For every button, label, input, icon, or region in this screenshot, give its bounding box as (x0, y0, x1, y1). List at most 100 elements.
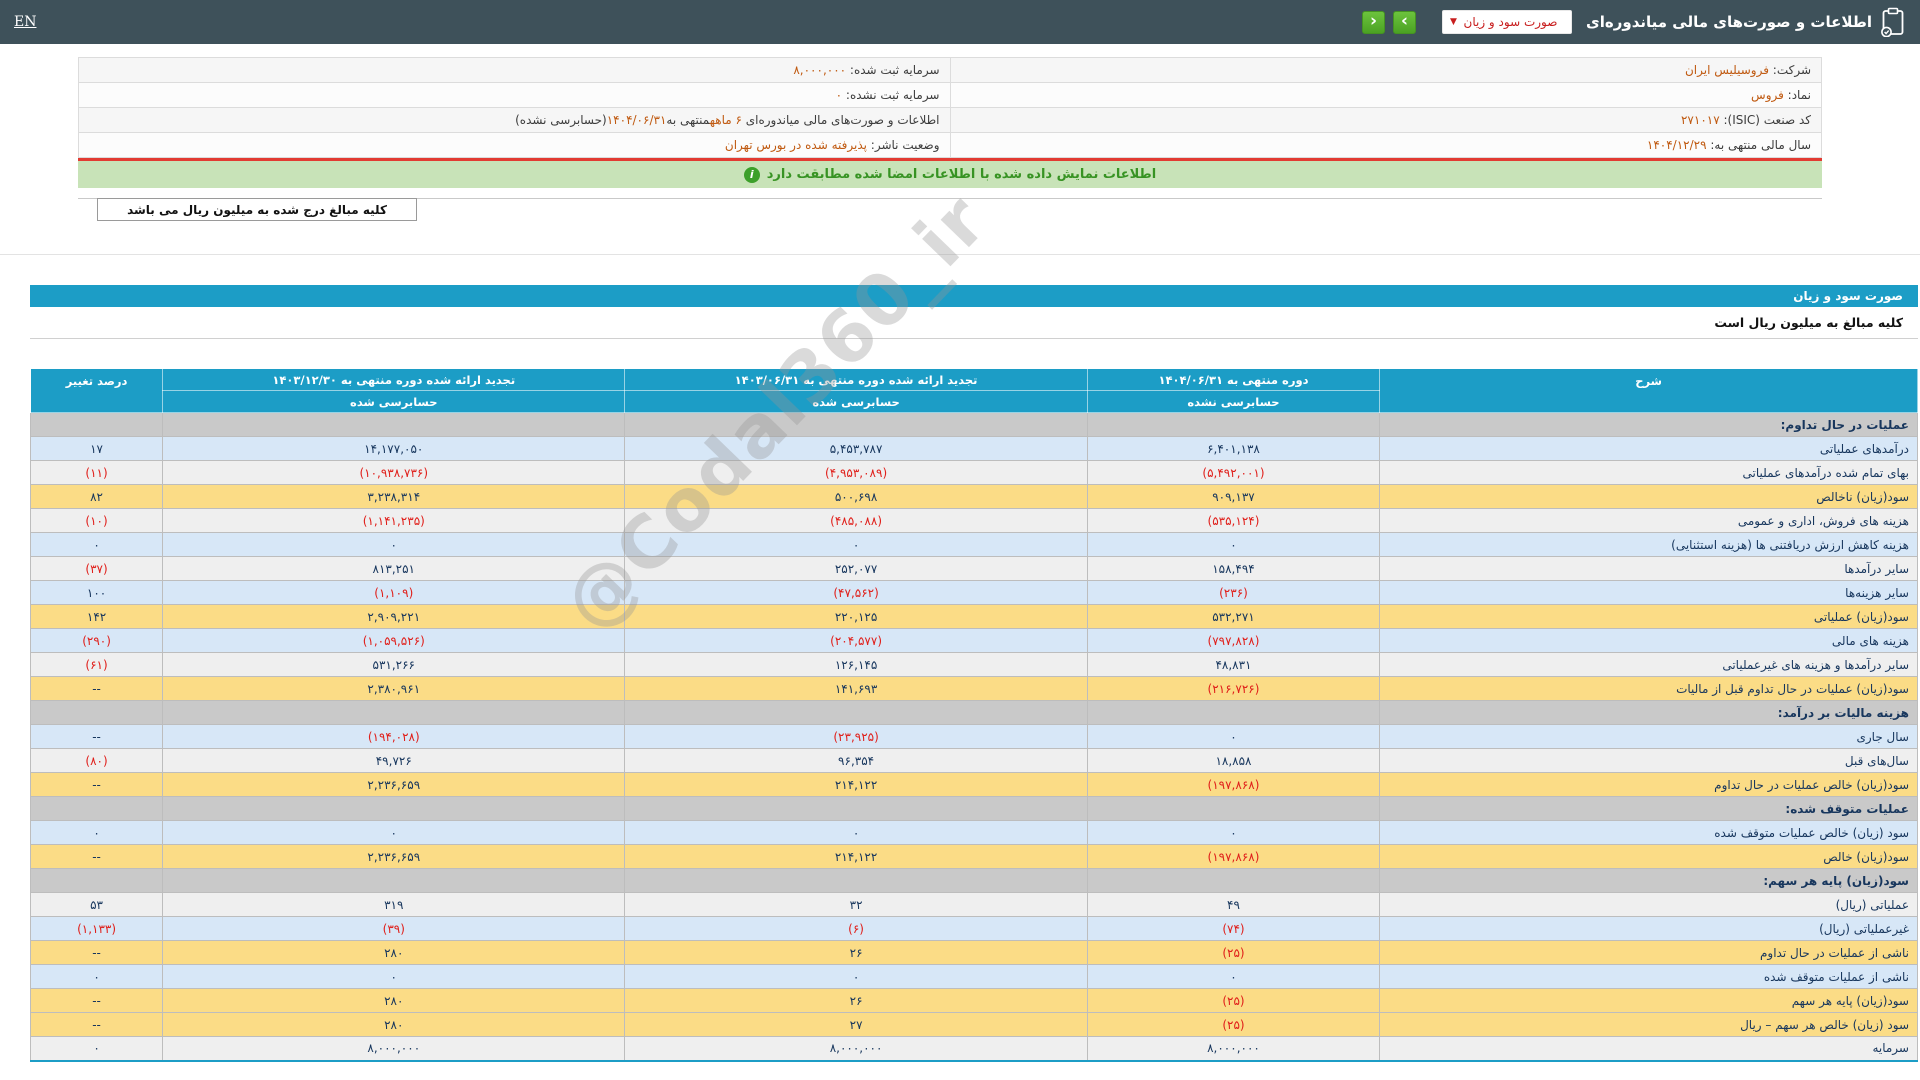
value-cell: ۰ (1086, 820, 1381, 845)
value-cell: ۰ (29, 964, 164, 989)
language-switch-link[interactable]: EN (14, 14, 36, 30)
table-row: سود(زیان) ناخالص ۹۰۹,۱۳۷ ۵۰۰,۶۹۸ ۳,۲۳۸,۳۱۴ ۸… (29, 484, 1918, 509)
value-cell: ۲۶ (624, 940, 1088, 965)
table-row: ناشی از عملیات متوقف شده ۰ ۰ ۰ ۰ (29, 964, 1918, 989)
row-label: بهای تمام شده درآمدهای عملیاتی (1379, 460, 1918, 485)
section-divider (0, 254, 1920, 255)
value-cell (162, 796, 626, 821)
value-cell: ۰ (1086, 964, 1381, 989)
company-info-body: شرکت: فروسیلیس ایران سرمایه ثبت شده: ۸,۰۰… (78, 57, 1822, 158)
value-cell: ۳۲ (624, 892, 1088, 917)
report-title-bar: صورت سود و زیان (30, 285, 1918, 307)
info-cell-left: وضعیت ناشر: پذیرفته شده در بورس تهران (78, 132, 951, 158)
info-label: سرمایه ثبت شده: (846, 63, 940, 77)
value-cell: (۲۳,۹۲۵) (624, 724, 1088, 749)
value-cell: ۱۴۲ (29, 604, 164, 629)
row-label: سال‌های قبل (1379, 748, 1918, 773)
info-label: کد صنعت (ISIC): (1719, 113, 1811, 127)
table-row: سود (زیان) خالص هر سهم – ریال (۲۵) ۲۷ ۲۸۰ -- (29, 1012, 1918, 1037)
value-cell (29, 412, 164, 437)
value-cell: (۲۵) (1086, 988, 1381, 1013)
value-cell: ۲,۹۰۹,۲۲۱ (162, 604, 626, 629)
nav-forward-button[interactable]: › (1393, 10, 1417, 34)
value-cell: ۰ (162, 532, 626, 557)
value-cell: (۴,۹۵۳,۰۸۹) (624, 460, 1088, 485)
value-cell: (۲۵) (1086, 1012, 1381, 1037)
value-cell: ۰ (1086, 724, 1381, 749)
value-cell: ۸۱۳,۲۵۱ (162, 556, 626, 581)
row-label: عملیات متوقف شده: (1379, 796, 1918, 821)
table-row: سود(زیان) پایه هر سهم (۲۵) ۲۶ ۲۸۰ -- (29, 988, 1918, 1013)
info-cell-left: سرمایه ثبت شده: ۸,۰۰۰,۰۰۰ (78, 57, 951, 83)
value-cell: ۰ (624, 820, 1088, 845)
section-row: عملیات در حال تداوم: (29, 412, 1918, 437)
value-cell (162, 700, 626, 725)
table-row: سود(زیان) عملیاتی ۵۳۲,۲۷۱ ۲۲۰,۱۲۵ ۲,۹۰۹,۲۲۱… (29, 604, 1918, 629)
info-row: کد صنعت (ISIC): ۲۷۱۰۱۷ اطلاعات و صورت‌های… (78, 107, 1822, 133)
value-cell: ۸,۰۰۰,۰۰۰ (162, 1036, 626, 1061)
amounts-note-tab[interactable]: کلیه مبالغ درج شده به میلیون ریال می باش… (97, 198, 417, 221)
value-cell: (۵۳۵,۱۲۴) (1086, 508, 1381, 533)
audit-status-yearend: حسابرسی شده (162, 390, 626, 413)
header-right-group: اطلاعات و صورت‌های مالی میاندوره‌ای صورت… (1362, 7, 1906, 38)
nav-back-button[interactable]: ‹ (1362, 10, 1386, 34)
info-value: ۸,۰۰۰,۰۰۰ (793, 63, 847, 77)
company-info-table: شرکت: فروسیلیس ایران سرمایه ثبت شده: ۸,۰۰… (78, 57, 1822, 158)
table-row: سود(زیان) خالص (۱۹۷,۸۶۸) ۲۱۴,۱۲۲ ۲,۲۳۶,۶۵۹-… (29, 844, 1918, 869)
table-row: سود(زیان) عملیات در حال تداوم قبل از مال… (29, 676, 1918, 701)
table-row: سود(زیان) خالص عملیات در حال تداوم (۱۹۷,۸… (29, 772, 1918, 797)
info-value: ۶ ماهه (709, 113, 742, 127)
value-cell: ۴۸,۸۳۱ (1086, 652, 1381, 677)
value-cell: ۵۳۲,۲۷۱ (1086, 604, 1381, 629)
clipboard-check-icon (1880, 7, 1906, 38)
value-cell: ۹۶,۳۵۴ (624, 748, 1088, 773)
info-cell-right: نماد: فروس (949, 82, 1822, 108)
info-cell-left: اطلاعات و صورت‌های مالی میاندوره‌ای ۶ ما… (78, 107, 951, 133)
value-cell: ۲۸۰ (162, 988, 626, 1013)
info-value: فروسیلیس ایران (1684, 63, 1769, 77)
value-cell: ۵۳ (29, 892, 164, 917)
value-cell: (۲۵) (1086, 940, 1381, 965)
info-cell-right: سال مالی منتهی به: ۱۴۰۴/۱۲/۲۹ (949, 132, 1822, 158)
row-label: هزینه های فروش، اداری و عمومی (1379, 508, 1918, 533)
info-label: (حسابرسی نشده) (515, 113, 607, 127)
value-cell: ۴۹,۷۲۶ (162, 748, 626, 773)
row-label: سال جاری (1379, 724, 1918, 749)
audit-status-halfyear: حسابرسی شده (624, 390, 1088, 413)
value-cell: ۸,۰۰۰,۰۰۰ (624, 1036, 1088, 1061)
value-cell: -- (29, 676, 164, 701)
income-statement-table: شرح دوره منتهی به ۱۴۰۴/۰۶/۳۱ تجدید ارائه… (29, 368, 1918, 1062)
row-label: عملیاتی (ریال) (1379, 892, 1918, 917)
value-cell: ۸۲ (29, 484, 164, 509)
info-row: نماد: فروس سرمایه ثبت نشده: ۰ (78, 82, 1822, 108)
value-cell: ۱۰۰ (29, 580, 164, 605)
statement-select-value: صورت سود و زیان (1463, 15, 1558, 29)
row-label: سود (زیان) خالص عملیات متوقف شده (1379, 820, 1918, 845)
info-icon: i (743, 166, 760, 183)
table-row: غیرعملیاتی (ریال) (۷۴) (۶) (۳۹) (۱,۱۳۳) (29, 916, 1918, 941)
info-label: وضعیت ناشر: (866, 138, 940, 152)
table-row: هزینه های مالی (۷۹۷,۸۲۸) (۲۰۴,۵۷۷) (۱,۰۵۹,۵… (29, 628, 1918, 653)
row-label: سود(زیان) عملیات در حال تداوم قبل از مال… (1379, 676, 1918, 701)
section-row: سود(زیان) پایه هر سهم: (29, 868, 1918, 893)
value-cell: (۱۹۴,۰۲۸) (162, 724, 626, 749)
value-cell: ۲۸۰ (162, 940, 626, 965)
statement-select[interactable]: صورت سود و زیان ▼ (1442, 10, 1573, 34)
value-cell: ۰ (162, 964, 626, 989)
section-row: عملیات متوقف شده: (29, 796, 1918, 821)
info-label: اطلاعات و صورت‌های مالی میاندوره‌ای (741, 113, 940, 127)
row-label: سایر درآمدها و هزینه های غیرعملیاتی (1379, 652, 1918, 677)
value-cell: ۳,۲۳۸,۳۱۴ (162, 484, 626, 509)
income-statement-section: صورت سود و زیان کلیه مبالغ به میلیون ریا… (29, 285, 1918, 1062)
statement-body: عملیات در حال تداوم: درآمدهای عملیاتی ۶,۴۰… (29, 412, 1918, 1061)
statement-header: شرح دوره منتهی به ۱۴۰۴/۰۶/۳۱ تجدید ارائه… (29, 368, 1918, 413)
section-row: هزینه مالیات بر درآمد: (29, 700, 1918, 725)
value-cell: (۱۹۷,۸۶۸) (1086, 772, 1381, 797)
info-label: سرمایه ثبت نشده: (842, 88, 940, 102)
value-cell: ۳۱۹ (162, 892, 626, 917)
report-title: صورت سود و زیان (1793, 289, 1903, 303)
info-cell-right: شرکت: فروسیلیس ایران (949, 57, 1822, 83)
value-cell: (۱۰) (29, 508, 164, 533)
amounts-note-text: کلیه مبالغ درج شده به میلیون ریال می باش… (127, 202, 387, 217)
signature-banner: اطلاعات نمایش داده شده با اطلاعات امضا ش… (78, 161, 1822, 188)
